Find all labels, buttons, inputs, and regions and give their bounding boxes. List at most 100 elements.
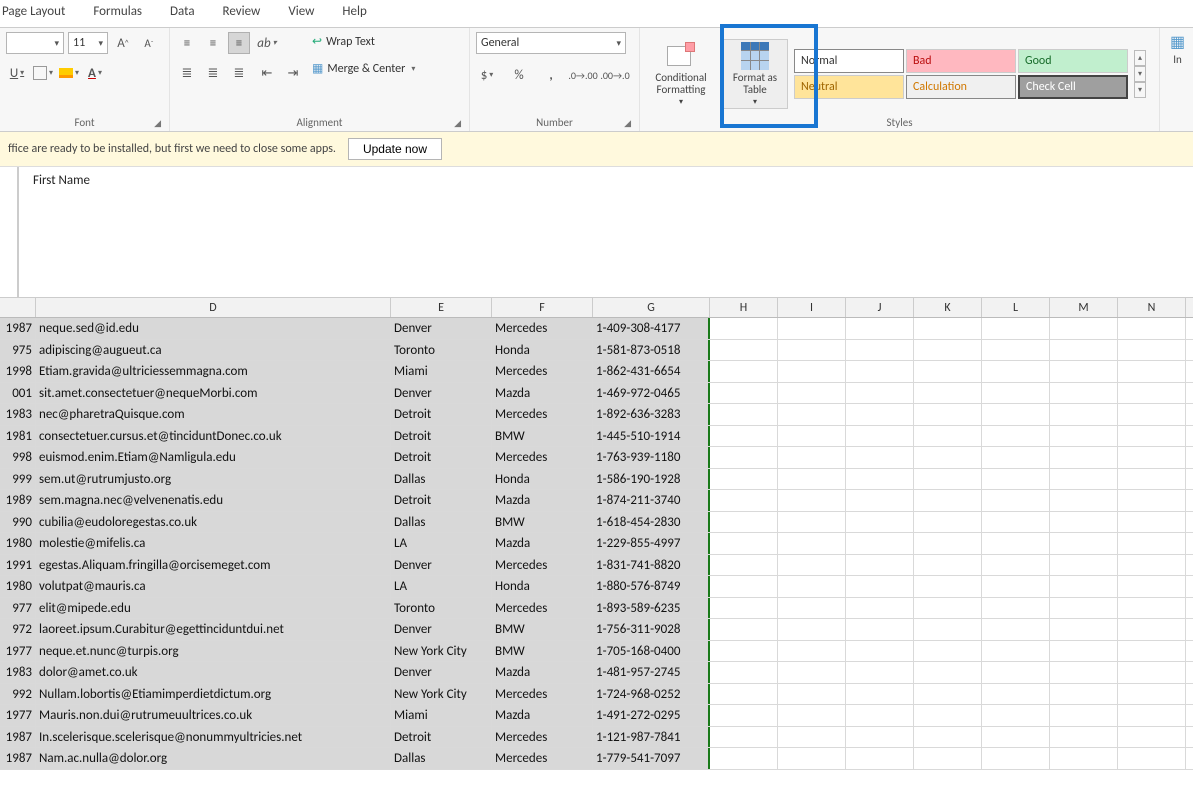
- cell-i[interactable]: [778, 383, 846, 404]
- cell-m[interactable]: [1050, 404, 1118, 425]
- cell-m[interactable]: [1050, 662, 1118, 683]
- align-top-icon[interactable]: ≡: [176, 32, 198, 54]
- orientation-icon[interactable]: ab: [256, 32, 278, 54]
- cell-j[interactable]: [846, 490, 914, 511]
- cell-j[interactable]: [846, 318, 914, 339]
- cell-j[interactable]: [846, 447, 914, 468]
- column-header-M[interactable]: M: [1050, 298, 1118, 317]
- cell-m[interactable]: [1050, 727, 1118, 748]
- cell-h[interactable]: [710, 598, 778, 619]
- cell-c[interactable]: 1983: [0, 404, 36, 425]
- cell-m[interactable]: [1050, 619, 1118, 640]
- align-bottom-icon[interactable]: ≡: [228, 32, 250, 54]
- cell-h[interactable]: [710, 447, 778, 468]
- cell-j[interactable]: [846, 619, 914, 640]
- cell-f[interactable]: Honda: [492, 469, 593, 490]
- cell-f[interactable]: Mazda: [492, 383, 593, 404]
- cell-c[interactable]: 001: [0, 383, 36, 404]
- cell-g[interactable]: 1-469-972-0465: [593, 383, 710, 404]
- cell-c[interactable]: 975: [0, 340, 36, 361]
- cell-e[interactable]: Denver: [391, 383, 492, 404]
- cell-f[interactable]: Mazda: [492, 490, 593, 511]
- cell-k[interactable]: [914, 533, 982, 554]
- cell-c[interactable]: 999: [0, 469, 36, 490]
- cell-k[interactable]: [914, 383, 982, 404]
- cell-e[interactable]: Dallas: [391, 748, 492, 769]
- cell-j[interactable]: [846, 555, 914, 576]
- formula-input[interactable]: First Name: [18, 167, 1193, 297]
- cell-k[interactable]: [914, 340, 982, 361]
- cell-k[interactable]: [914, 641, 982, 662]
- column-header-J[interactable]: J: [846, 298, 914, 317]
- cell-j[interactable]: [846, 662, 914, 683]
- cell-f[interactable]: BMW: [492, 641, 593, 662]
- cell-d[interactable]: elit@mipede.edu: [36, 598, 391, 619]
- cell-l[interactable]: [982, 705, 1050, 726]
- cell-n[interactable]: [1118, 641, 1186, 662]
- cell-h[interactable]: [710, 576, 778, 597]
- cell-n[interactable]: [1118, 576, 1186, 597]
- cell-k[interactable]: [914, 404, 982, 425]
- cell-l[interactable]: [982, 576, 1050, 597]
- column-header-F[interactable]: F: [492, 298, 593, 317]
- cell-d[interactable]: cubilia@eudoloregestas.co.uk: [36, 512, 391, 533]
- cell-e[interactable]: LA: [391, 576, 492, 597]
- increase-decimal-icon[interactable]: .0→.00: [572, 64, 594, 86]
- cell-style-bad[interactable]: Bad: [906, 49, 1016, 73]
- cell-e[interactable]: LA: [391, 533, 492, 554]
- cell-f[interactable]: Mazda: [492, 705, 593, 726]
- cell-i[interactable]: [778, 684, 846, 705]
- cell-styles-scroll[interactable]: ▴▾▾: [1134, 50, 1146, 98]
- cell-g[interactable]: 1-618-454-2830: [593, 512, 710, 533]
- cell-m[interactable]: [1050, 340, 1118, 361]
- column-header-c[interactable]: [0, 298, 36, 317]
- format-as-table-button[interactable]: Format as Table ▾: [722, 39, 788, 110]
- menu-tab-review[interactable]: Review: [223, 4, 261, 19]
- cell-m[interactable]: [1050, 383, 1118, 404]
- font-size-combo[interactable]: 11▾: [68, 32, 108, 54]
- cell-c[interactable]: 1987: [0, 727, 36, 748]
- column-header-I[interactable]: I: [778, 298, 846, 317]
- align-center-icon[interactable]: ≣: [202, 62, 224, 84]
- cell-f[interactable]: Mercedes: [492, 318, 593, 339]
- cell-h[interactable]: [710, 490, 778, 511]
- cell-g[interactable]: 1-491-272-0295: [593, 705, 710, 726]
- column-header-L[interactable]: L: [982, 298, 1050, 317]
- cell-l[interactable]: [982, 748, 1050, 769]
- font-name-combo[interactable]: ▾: [6, 32, 64, 54]
- column-header-H[interactable]: H: [710, 298, 778, 317]
- cell-m[interactable]: [1050, 555, 1118, 576]
- cell-d[interactable]: egestas.Aliquam.fringilla@orcisemeget.co…: [36, 555, 391, 576]
- cell-n[interactable]: [1118, 555, 1186, 576]
- cell-i[interactable]: [778, 318, 846, 339]
- cell-n[interactable]: [1118, 404, 1186, 425]
- cell-e[interactable]: Miami: [391, 361, 492, 382]
- cell-c[interactable]: 1981: [0, 426, 36, 447]
- cell-i[interactable]: [778, 576, 846, 597]
- increase-indent-icon[interactable]: ⇥: [282, 62, 304, 84]
- cell-i[interactable]: [778, 662, 846, 683]
- cell-f[interactable]: Mercedes: [492, 684, 593, 705]
- cell-d[interactable]: sem.magna.nec@velvenenatis.edu: [36, 490, 391, 511]
- cell-f[interactable]: Mercedes: [492, 404, 593, 425]
- cell-j[interactable]: [846, 641, 914, 662]
- cell-n[interactable]: [1118, 447, 1186, 468]
- cell-e[interactable]: Detroit: [391, 404, 492, 425]
- cell-g[interactable]: 1-763-939-1180: [593, 447, 710, 468]
- cell-m[interactable]: [1050, 318, 1118, 339]
- cell-g[interactable]: 1-586-190-1928: [593, 469, 710, 490]
- cell-j[interactable]: [846, 512, 914, 533]
- cell-k[interactable]: [914, 662, 982, 683]
- menu-tab-data[interactable]: Data: [170, 4, 195, 19]
- cell-m[interactable]: [1050, 533, 1118, 554]
- menu-tab-view[interactable]: View: [288, 4, 314, 19]
- cell-l[interactable]: [982, 490, 1050, 511]
- cell-n[interactable]: [1118, 662, 1186, 683]
- cell-g[interactable]: 1-874-211-3740: [593, 490, 710, 511]
- cell-k[interactable]: [914, 576, 982, 597]
- font-color-icon[interactable]: A: [84, 62, 106, 84]
- cell-m[interactable]: [1050, 576, 1118, 597]
- cell-m[interactable]: [1050, 598, 1118, 619]
- decrease-font-icon[interactable]: Aˇ: [138, 32, 160, 54]
- cell-j[interactable]: [846, 684, 914, 705]
